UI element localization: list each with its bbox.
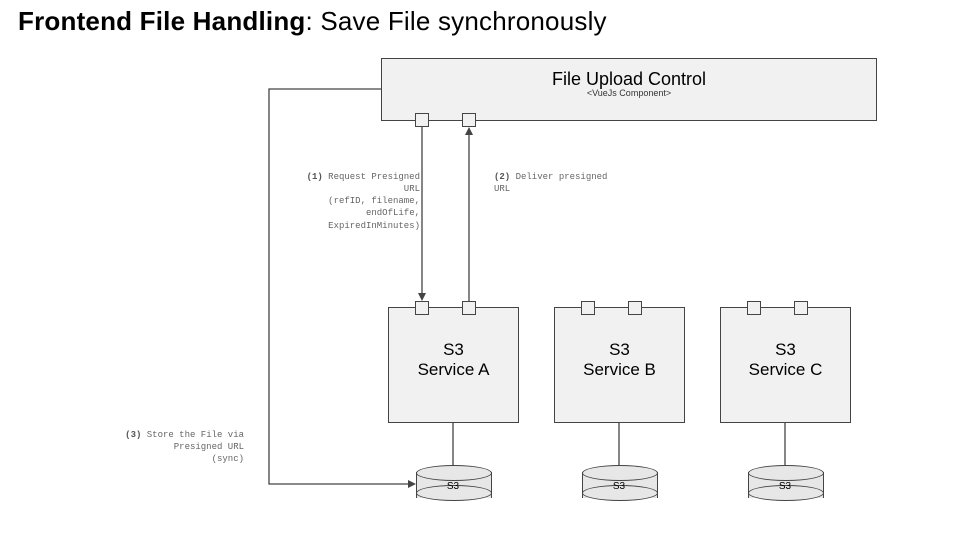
annotation-line: (sync) xyxy=(212,454,244,464)
port-icon xyxy=(794,301,808,315)
service-label: S3 Service A xyxy=(389,308,518,381)
title-rest: : Save File synchronously xyxy=(306,6,607,36)
annotation-line: URL xyxy=(494,184,510,194)
service-label: S3 Service B xyxy=(555,308,684,381)
title-bold: Frontend File Handling xyxy=(18,6,306,36)
annotation-line: Store the File via xyxy=(147,430,244,440)
page-title: Frontend File Handling: Save File synchr… xyxy=(18,6,607,37)
annotation-line: ExpiredInMinutes) xyxy=(328,221,420,231)
annotation-num: (3) xyxy=(125,430,141,440)
annotation-line: endOfLife, xyxy=(366,208,420,218)
service-label: S3 Service C xyxy=(721,308,850,381)
annotation-num: (2) xyxy=(494,172,510,182)
annotation-line: (refID, filename, xyxy=(328,196,420,206)
storage-s3-c: S3 xyxy=(748,465,822,501)
annotation-line: URL xyxy=(404,184,420,194)
port-icon xyxy=(747,301,761,315)
annotation-2: (2) Deliver presigned URL xyxy=(494,171,614,195)
port-icon xyxy=(581,301,595,315)
port-icon xyxy=(628,301,642,315)
annotation-line: Request Presigned xyxy=(328,172,420,182)
port-icon xyxy=(415,113,429,127)
component-title: File Upload Control xyxy=(382,59,876,90)
storage-label: S3 xyxy=(416,481,490,492)
annotation-1: (1) Request Presigned URL (refID, filena… xyxy=(300,171,420,232)
storage-label: S3 xyxy=(748,481,822,492)
port-icon xyxy=(462,113,476,127)
port-icon xyxy=(462,301,476,315)
port-icon xyxy=(415,301,429,315)
storage-s3-a: S3 xyxy=(416,465,490,501)
annotation-3: (3) Store the File via Presigned URL (sy… xyxy=(124,429,244,465)
component-stereotype: <VueJs Component> xyxy=(382,88,876,98)
storage-label: S3 xyxy=(582,481,656,492)
component-s3-service-b: S3 Service B xyxy=(554,307,685,423)
component-s3-service-c: S3 Service C xyxy=(720,307,851,423)
annotation-num: (1) xyxy=(307,172,323,182)
component-file-upload-control: File Upload Control <VueJs Component> xyxy=(381,58,877,121)
annotation-line: Deliver presigned xyxy=(516,172,608,182)
component-s3-service-a: S3 Service A xyxy=(388,307,519,423)
storage-s3-b: S3 xyxy=(582,465,656,501)
annotation-line: Presigned URL xyxy=(174,442,244,452)
